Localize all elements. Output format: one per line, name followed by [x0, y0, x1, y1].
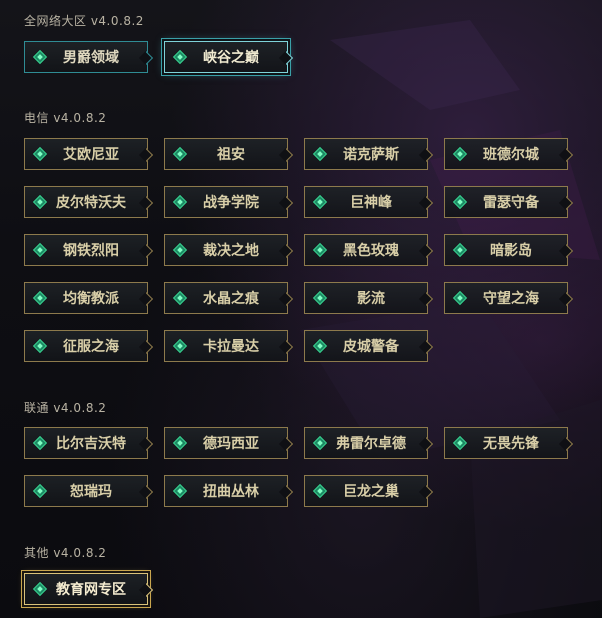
- server-button-telecom-7[interactable]: 雷瑟守备: [444, 186, 568, 218]
- server-button-telecom-17[interactable]: 卡拉曼达: [164, 330, 288, 362]
- section-title-unicom: 联通 v4.0.8.2: [24, 401, 107, 415]
- server-button-telecom-5[interactable]: 战争学院: [164, 186, 288, 218]
- section-title-telecom: 电信 v4.0.8.2: [24, 111, 107, 125]
- server-button-unicom-4[interactable]: 恕瑞玛: [24, 475, 148, 507]
- server-button-telecom-6[interactable]: 巨神峰: [304, 186, 428, 218]
- server-button-telecom-0[interactable]: 艾欧尼亚: [24, 138, 148, 170]
- server-button-telecom-9[interactable]: 裁决之地: [164, 234, 288, 266]
- section-title-other: 其他 v4.0.8.2: [24, 546, 107, 560]
- server-button-telecom-8[interactable]: 钢铁烈阳: [24, 234, 148, 266]
- server-button-unicom-5[interactable]: 扭曲丛林: [164, 475, 288, 507]
- server-button-nanjue[interactable]: 男爵领域: [24, 41, 148, 73]
- server-button-telecom-2[interactable]: 诺克萨斯: [304, 138, 428, 170]
- server-button-telecom-18[interactable]: 皮城警备: [304, 330, 428, 362]
- server-button-unicom-0[interactable]: 比尔吉沃特: [24, 427, 148, 459]
- server-button-unicom-6[interactable]: 巨龙之巢: [304, 475, 428, 507]
- server-button-unicom-2[interactable]: 弗雷尔卓德: [304, 427, 428, 459]
- server-button-telecom-15[interactable]: 守望之海: [444, 282, 568, 314]
- server-button-telecom-4[interactable]: 皮尔特沃夫: [24, 186, 148, 218]
- server-button-unicom-3[interactable]: 无畏先锋: [444, 427, 568, 459]
- server-button-telecom-12[interactable]: 均衡教派: [24, 282, 148, 314]
- server-button-telecom-10[interactable]: 黑色玫瑰: [304, 234, 428, 266]
- server-button-telecom-16[interactable]: 征服之海: [24, 330, 148, 362]
- server-button-unicom-1[interactable]: 德玛西亚: [164, 427, 288, 459]
- server-button-telecom-1[interactable]: 祖安: [164, 138, 288, 170]
- server-button-edu[interactable]: 教育网专区: [24, 573, 148, 605]
- server-button-telecom-13[interactable]: 水晶之痕: [164, 282, 288, 314]
- server-button-xiagu[interactable]: 峡谷之巅: [164, 41, 288, 73]
- server-button-telecom-11[interactable]: 暗影岛: [444, 234, 568, 266]
- server-button-telecom-14[interactable]: 影流: [304, 282, 428, 314]
- server-button-telecom-3[interactable]: 班德尔城: [444, 138, 568, 170]
- section-title-all: 全网络大区 v4.0.8.2: [24, 14, 144, 28]
